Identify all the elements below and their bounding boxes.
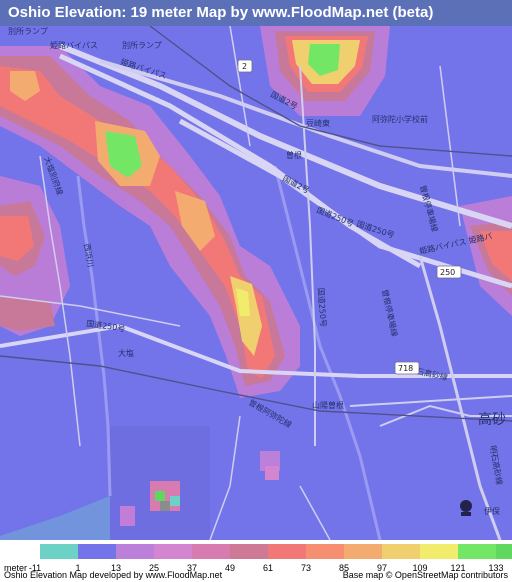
legend-swatch	[230, 544, 268, 559]
route-shield-250: 250	[436, 265, 462, 279]
legend-swatch	[382, 544, 420, 559]
legend-swatch	[116, 544, 154, 559]
lbl-23: 高砂	[478, 411, 506, 428]
legend-swatch	[192, 544, 230, 559]
legend-swatch	[420, 544, 458, 559]
lbl-2: 姫路バイパス	[50, 40, 98, 50]
lbl-1: 別所ランプ	[8, 26, 48, 36]
lbl-25: 伊保	[484, 506, 500, 516]
svg-text:718: 718	[398, 364, 413, 373]
legend-swatch	[78, 544, 116, 559]
map-title: Oshio Elevation: 19 meter Map by www.Flo…	[8, 4, 434, 21]
legend-swatch	[344, 544, 382, 559]
legend-swatch	[154, 544, 192, 559]
elevation-map[interactable]: 別所ランプ 姫路バイパス 別所ランプ 姫路バイパス 国道2号 豆崎東 阿弥陀小学…	[0, 26, 512, 540]
lbl-7: 阿弥陀小学校前	[372, 114, 428, 124]
legend-swatch	[306, 544, 344, 559]
lbl-8: 曽根	[286, 150, 302, 160]
legend-swatch	[496, 544, 512, 559]
lbl-18: 大塩	[118, 348, 134, 358]
lbl-3: 別所ランプ	[122, 40, 162, 50]
footer-credit: Oshio Elevation Map developed by www.Flo…	[4, 570, 223, 580]
svg-text:250: 250	[440, 268, 455, 277]
lbl-6: 豆崎東	[306, 118, 330, 128]
lbl-21: 山陽曽根	[312, 400, 344, 410]
station-icon	[460, 500, 472, 516]
legend-swatch	[40, 544, 78, 559]
footer-basemap-credit: Base map © OpenStreetMap contributors	[342, 570, 508, 580]
svg-text:2: 2	[242, 62, 247, 71]
legend-tick-label: 61	[262, 563, 273, 573]
route-shield-718: 718	[394, 361, 420, 375]
legend-swatch	[268, 544, 306, 559]
title-bar: Oshio Elevation: 19 meter Map by www.Flo…	[0, 0, 512, 26]
legend-swatch	[458, 544, 496, 559]
legend-tick-label: 73	[300, 563, 311, 573]
route-shield-2: 2	[237, 59, 253, 73]
